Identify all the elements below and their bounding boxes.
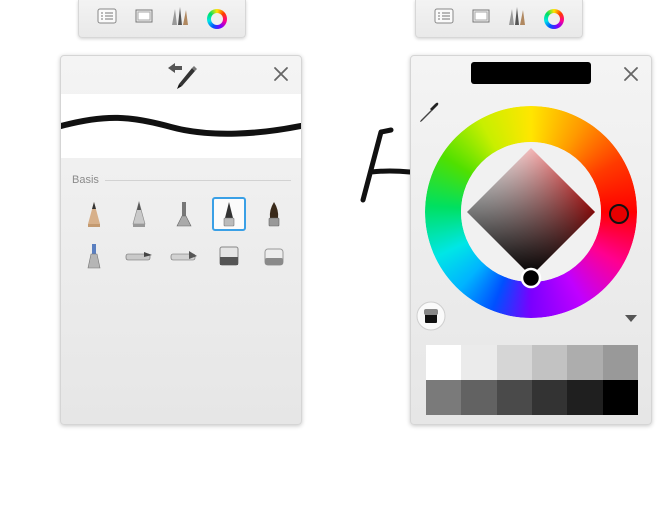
section-divider	[105, 180, 291, 181]
brushes-icon	[169, 5, 191, 32]
layers-button[interactable]	[94, 6, 120, 32]
brush-cell[interactable]	[116, 193, 161, 235]
brush-cell[interactable]	[161, 193, 206, 235]
close-icon[interactable]	[271, 64, 291, 84]
gray-swatch[interactable]	[531, 345, 568, 380]
chisel-marker-icon	[122, 239, 156, 273]
gray-swatch[interactable]	[426, 345, 462, 380]
wide-marker-icon	[167, 239, 201, 273]
brush-cell[interactable]	[251, 235, 296, 277]
brush-section-label: Basis	[72, 174, 99, 186]
fill-bucket-icon[interactable]	[416, 301, 446, 331]
brushes-icon	[506, 5, 528, 32]
layers-icon	[434, 8, 454, 29]
soft-eraser-icon	[257, 239, 291, 273]
canvas-icon	[135, 9, 153, 28]
canvas-icon	[472, 9, 490, 28]
hard-eraser-icon	[212, 239, 246, 273]
brushes-button[interactable]	[504, 6, 530, 32]
gray-swatch[interactable]	[602, 345, 638, 380]
color-wheel-button[interactable]	[204, 6, 230, 32]
hue-selector[interactable]	[609, 204, 629, 224]
layers-icon	[97, 8, 117, 29]
color-wheel-icon	[206, 8, 227, 29]
close-icon[interactable]	[621, 64, 641, 84]
gray-swatch[interactable]	[567, 345, 603, 380]
canvas-button[interactable]	[468, 6, 494, 32]
expand-palette-icon[interactable]	[623, 312, 639, 324]
brush-panel: Basis	[58, 55, 304, 425]
color-panel	[410, 55, 652, 425]
brush-cell[interactable]	[206, 235, 251, 277]
gray-swatch[interactable]	[531, 380, 568, 415]
canvas-button[interactable]	[131, 6, 157, 32]
brush-cell[interactable]	[251, 193, 296, 235]
ballpoint-pen-icon	[211, 197, 246, 231]
gray-swatch[interactable]	[602, 380, 638, 415]
sketch-app: Basis	[0, 0, 660, 515]
gray-swatch[interactable]	[461, 380, 497, 415]
marker-brush-icon	[77, 239, 111, 273]
gray-swatch[interactable]	[461, 345, 497, 380]
hard-pencil-brush-icon	[122, 197, 156, 231]
gray-swatch[interactable]	[426, 380, 462, 415]
gray-palette	[426, 345, 638, 415]
brush-cell[interactable]	[206, 193, 251, 235]
brush-cell[interactable]	[161, 235, 206, 277]
brushes-button[interactable]	[167, 6, 193, 32]
paintbrush-icon	[257, 197, 291, 231]
layers-button[interactable]	[431, 6, 457, 32]
brush-swap-icon[interactable]	[165, 60, 199, 90]
brush-grid	[71, 193, 296, 277]
current-color-swatch[interactable]	[471, 62, 591, 84]
color-wheel[interactable]	[425, 106, 637, 318]
gray-swatch[interactable]	[496, 345, 532, 380]
color-wheel-button[interactable]	[541, 6, 567, 32]
color-wheel-icon	[543, 8, 564, 29]
pencil-brush-icon	[77, 197, 111, 231]
color-selector[interactable]	[520, 267, 542, 289]
brush-cell[interactable]	[71, 235, 116, 277]
brush-cell[interactable]	[116, 235, 161, 277]
airbrush-icon	[167, 197, 201, 231]
stroke-preview	[58, 94, 304, 158]
gray-swatch[interactable]	[496, 380, 532, 415]
gray-swatch[interactable]	[567, 380, 603, 415]
brush-cell[interactable]	[71, 193, 116, 235]
top-toolbar-left	[78, 0, 246, 38]
top-toolbar-right	[415, 0, 583, 38]
